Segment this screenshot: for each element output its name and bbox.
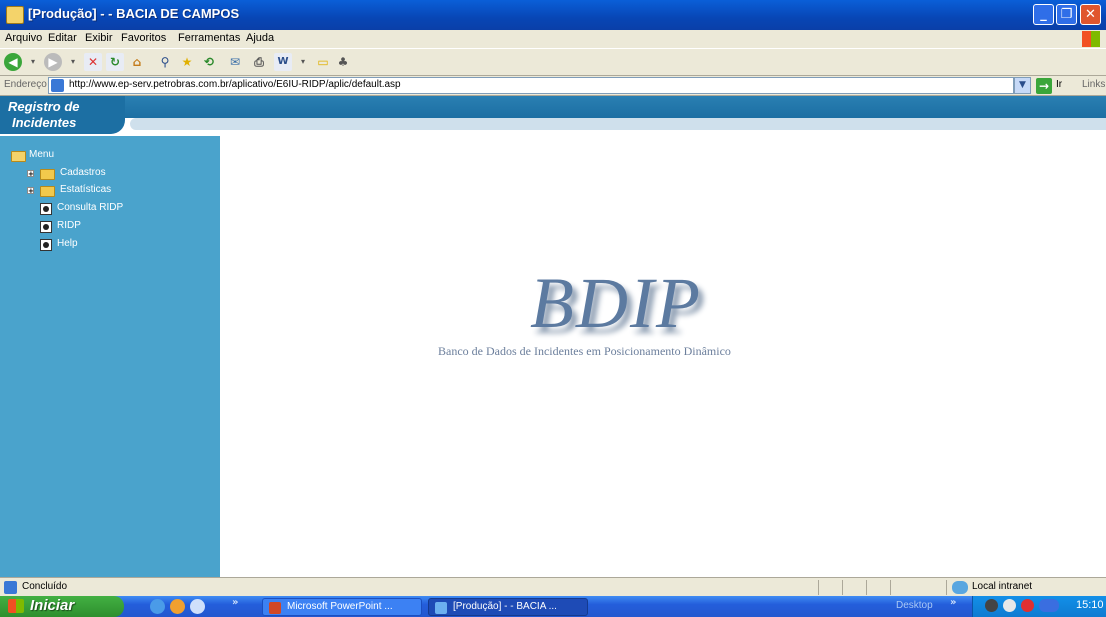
- restore-button[interactable]: ❐: [1056, 4, 1077, 25]
- sidebar-item-label: Help: [57, 238, 78, 249]
- favorites-icon[interactable]: ★: [178, 53, 196, 71]
- address-label: Endereço: [4, 79, 47, 90]
- page-done-icon: [4, 581, 17, 594]
- menu-ferramentas[interactable]: Ferramentas: [178, 32, 240, 44]
- sidebar-item-label: Consulta RIDP: [57, 202, 124, 213]
- refresh-icon[interactable]: ↻: [106, 53, 124, 71]
- bdip-subtitle: Banco de Dados de Incidentes em Posicion…: [438, 344, 731, 358]
- intranet-zone-icon: [952, 581, 968, 594]
- back-icon[interactable]: ◀: [4, 53, 22, 71]
- home-icon[interactable]: ⌂: [128, 53, 146, 71]
- menu-bar: Arquivo Editar Exibir Favoritos Ferramen…: [0, 30, 1106, 48]
- expand-icon[interactable]: +: [27, 170, 34, 178]
- zone-text: Local intranet: [972, 581, 1033, 592]
- menu-favoritos[interactable]: Favoritos: [121, 32, 166, 44]
- page-icon: [51, 79, 64, 92]
- search-icon[interactable]: ⚲: [156, 53, 174, 71]
- app-logo-line1: Registro de: [8, 99, 80, 114]
- main-content: BDIP Banco de Dados de Incidentes em Pos…: [220, 136, 1106, 577]
- window-title: [Produção] - - BACIA DE CAMPOS: [28, 6, 240, 21]
- tray-antivirus-icon[interactable]: [1021, 599, 1034, 612]
- powerpoint-icon: [269, 602, 281, 614]
- start-label: Iniciar: [30, 597, 75, 614]
- menu-ajuda[interactable]: Ajuda: [246, 32, 274, 44]
- task-label: [Produção] - - BACIA ...: [453, 601, 557, 612]
- app-logo-line2: Incidentes: [12, 115, 77, 130]
- ie-quicklaunch-icon[interactable]: [150, 599, 165, 614]
- sidebar-item-label: RIDP: [57, 220, 81, 231]
- sidebar-root-label: Menu: [29, 149, 55, 160]
- desktop-toolbar-label[interactable]: Desktop: [896, 600, 933, 611]
- folder-icon: [40, 169, 55, 180]
- status-divider: [946, 580, 947, 595]
- go-button[interactable]: Ir: [1056, 79, 1062, 90]
- status-divider: [890, 580, 891, 595]
- open-folder-icon: [11, 151, 26, 162]
- status-bar: Concluído Local intranet: [0, 577, 1106, 596]
- window-title-bar[interactable]: [Produção] - - BACIA DE CAMPOS _ ❐ ✕: [0, 0, 1106, 30]
- status-divider: [818, 580, 819, 595]
- go-arrow-icon[interactable]: →: [1036, 78, 1052, 94]
- ie-page-icon: [6, 6, 24, 24]
- sidebar-item-label: Cadastros: [60, 167, 106, 178]
- print-icon[interactable]: ⎙: [250, 53, 268, 71]
- menu-exibir[interactable]: Exibir: [85, 32, 113, 44]
- tray-audio-icon[interactable]: [1039, 599, 1059, 612]
- firefox-quicklaunch-icon[interactable]: [170, 599, 185, 614]
- tray-app-icon[interactable]: [985, 599, 998, 612]
- windows-logo-icon: [1082, 31, 1100, 47]
- mail-icon[interactable]: ✉: [226, 53, 244, 71]
- page-icon: [40, 221, 52, 233]
- banner-stripe: [130, 118, 1106, 130]
- address-input[interactable]: http://www.ep-serv.petrobras.com.br/apli…: [48, 77, 1014, 94]
- address-url[interactable]: http://www.ep-serv.petrobras.com.br/apli…: [69, 79, 401, 90]
- task-label: Microsoft PowerPoint ...: [287, 601, 393, 612]
- sidebar-item-label: Estatísticas: [60, 184, 112, 195]
- folder-icon: [40, 186, 55, 197]
- forward-icon[interactable]: ▶: [44, 53, 62, 71]
- banner-band: [0, 96, 1106, 118]
- forward-dropdown-icon[interactable]: ▾: [64, 53, 82, 71]
- desktop-more-icon[interactable]: »: [950, 597, 956, 608]
- history-icon[interactable]: ⟲: [200, 53, 218, 71]
- stop-icon[interactable]: ✕: [84, 53, 102, 71]
- toolbar: ◀ ▾ ▶ ▾ ✕ ↻ ⌂ ⚲ ★ ⟲ ✉ ⎙ W ▾ ▭ ♣: [0, 48, 1106, 76]
- taskbar: Iniciar » Microsoft PowerPoint ... [Prod…: [0, 596, 1106, 617]
- expand-icon[interactable]: +: [27, 187, 34, 195]
- address-bar: Endereço http://www.ep-serv.petrobras.co…: [0, 76, 1106, 96]
- page-icon: [40, 203, 52, 215]
- menu-arquivo[interactable]: Arquivo: [5, 32, 42, 44]
- address-dropdown-icon[interactable]: ▼: [1014, 77, 1031, 94]
- back-dropdown-icon[interactable]: ▾: [24, 53, 42, 71]
- start-button[interactable]: Iniciar: [0, 596, 124, 617]
- minimize-button[interactable]: _: [1033, 4, 1054, 25]
- task-ie-active[interactable]: [Produção] - - BACIA ...: [428, 598, 588, 616]
- word-edit-icon[interactable]: W: [274, 53, 292, 71]
- bdip-logo-heading: BDIP: [530, 263, 702, 343]
- show-desktop-icon[interactable]: [190, 599, 205, 614]
- edit-dropdown-icon[interactable]: ▾: [294, 53, 312, 71]
- status-text: Concluído: [22, 581, 68, 592]
- sidebar-menu: Menu + Cadastros + Estatísticas Consulta…: [0, 136, 220, 577]
- status-divider: [842, 580, 843, 595]
- tray-network-icon[interactable]: [1003, 599, 1016, 612]
- app-banner: Registro de Incidentes: [0, 96, 1106, 136]
- clock[interactable]: 15:10: [1076, 599, 1104, 611]
- quicklaunch-more-icon[interactable]: »: [232, 597, 238, 608]
- links-button[interactable]: Links: [1082, 79, 1105, 90]
- note-icon[interactable]: ▭: [314, 53, 332, 71]
- ie-icon: [435, 602, 447, 614]
- menu-editar[interactable]: Editar: [48, 32, 77, 44]
- windows-flag-icon: [8, 599, 24, 613]
- page-icon: [40, 239, 52, 251]
- close-button[interactable]: ✕: [1080, 4, 1101, 25]
- task-powerpoint[interactable]: Microsoft PowerPoint ...: [262, 598, 422, 616]
- messenger-icon[interactable]: ♣: [334, 53, 352, 71]
- status-divider: [866, 580, 867, 595]
